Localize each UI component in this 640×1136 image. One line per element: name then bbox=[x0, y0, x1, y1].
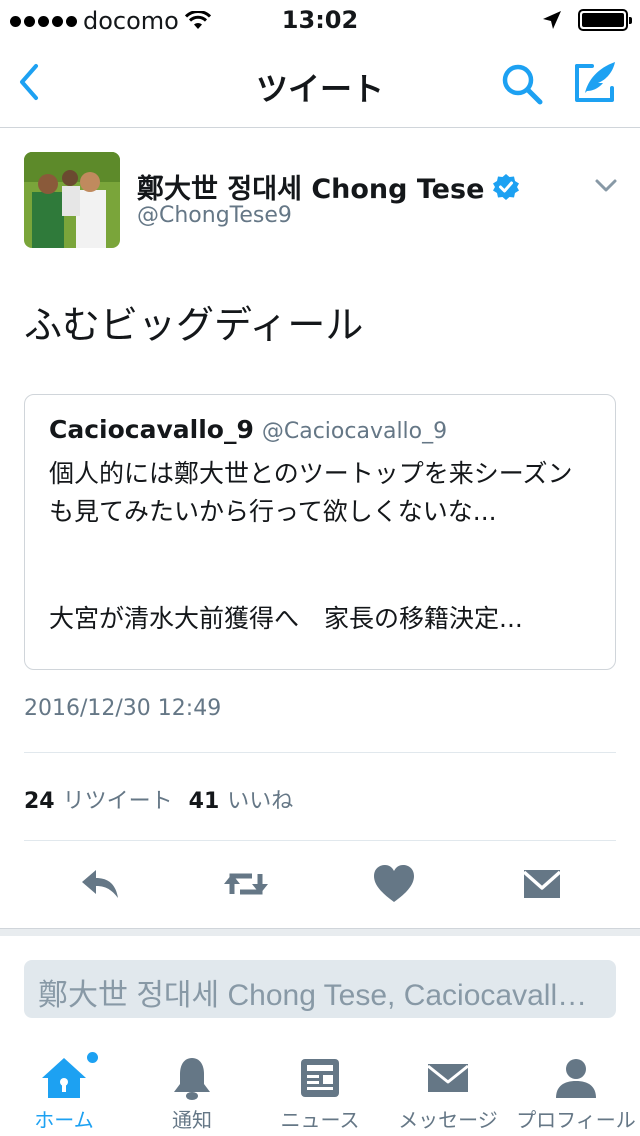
home-icon bbox=[42, 1058, 86, 1098]
retweet-icon[interactable] bbox=[222, 860, 270, 908]
new-tweets-indicator bbox=[87, 1052, 98, 1063]
reply-input[interactable]: 鄭大世 정대세 Chong Tese, Caciocavallo_9 bbox=[24, 960, 616, 1018]
envelope-icon bbox=[427, 1064, 469, 1092]
quoted-author-name: Caciocavallo_9 bbox=[49, 415, 254, 444]
bell-icon bbox=[174, 1058, 210, 1100]
retweet-label[interactable]: リツイート bbox=[63, 783, 173, 815]
chevron-down-icon[interactable] bbox=[594, 178, 618, 194]
news-icon bbox=[301, 1059, 339, 1097]
divider bbox=[24, 752, 616, 753]
quoted-tweet-card[interactable]: Caciocavallo_9 @Caciocavallo_9 個人的には鄭大世との… bbox=[24, 394, 616, 670]
like-label[interactable]: いいね bbox=[227, 783, 293, 815]
search-icon[interactable] bbox=[498, 60, 546, 108]
location-arrow-icon bbox=[543, 11, 561, 29]
tab-news[interactable]: ニュース bbox=[256, 1040, 384, 1136]
tab-label: 通知 bbox=[172, 1108, 212, 1132]
quoted-author-handle: @Caciocavallo_9 bbox=[261, 419, 448, 444]
compose-tweet-icon[interactable] bbox=[572, 58, 620, 106]
quoted-author: Caciocavallo_9 @Caciocavallo_9 bbox=[49, 415, 447, 444]
divider bbox=[24, 840, 616, 841]
reply-icon[interactable] bbox=[76, 860, 124, 908]
retweet-count[interactable]: 24 bbox=[24, 789, 55, 814]
author-avatar[interactable] bbox=[24, 152, 120, 248]
tab-messages[interactable]: メッセージ bbox=[384, 1040, 512, 1136]
tab-profile[interactable]: プロフィール bbox=[512, 1040, 640, 1136]
author-name-row[interactable]: 鄭大世 정대세 Chong Tese bbox=[137, 167, 520, 206]
navigation-bar: ツイート bbox=[0, 40, 640, 128]
tab-label: ニュース bbox=[280, 1108, 360, 1132]
status-bar: docomo 13:02 bbox=[0, 0, 640, 40]
tweet-actions bbox=[0, 860, 640, 910]
tab-home[interactable]: ホーム bbox=[0, 1040, 128, 1136]
author-handle[interactable]: @ChongTese9 bbox=[137, 203, 292, 228]
person-icon bbox=[556, 1059, 596, 1098]
engagement-counts: 24 リツイート 41 いいね bbox=[24, 783, 309, 815]
tweet-text: ふむビッグディール bbox=[24, 305, 364, 347]
heart-icon[interactable] bbox=[370, 860, 418, 908]
author-name: 鄭大世 정대세 Chong Tese bbox=[137, 174, 485, 205]
tab-notifications[interactable]: 通知 bbox=[128, 1040, 256, 1136]
tab-label: メッセージ bbox=[398, 1108, 498, 1132]
tab-label: ホーム bbox=[34, 1108, 94, 1132]
like-count[interactable]: 41 bbox=[189, 789, 220, 814]
battery-icon bbox=[578, 9, 632, 31]
tab-bar: ホーム 通知 ニュース メッセージ プロフィール bbox=[0, 1040, 640, 1136]
direct-message-icon[interactable] bbox=[518, 860, 566, 908]
quoted-tweet-text: 個人的には鄭大世とのツートップを来シーズンも見てみたいから行って欲しくないな..… bbox=[49, 459, 573, 526]
status-icons bbox=[542, 9, 632, 31]
quoted-link-title: 大宮が清水大前獲得へ 家長の移籍決定... bbox=[49, 604, 523, 633]
tweet-timestamp: 2016/12/30 12:49 bbox=[24, 696, 222, 721]
tab-label: プロフィール bbox=[516, 1108, 636, 1132]
verified-badge-icon bbox=[493, 173, 520, 200]
section-separator bbox=[0, 928, 640, 936]
